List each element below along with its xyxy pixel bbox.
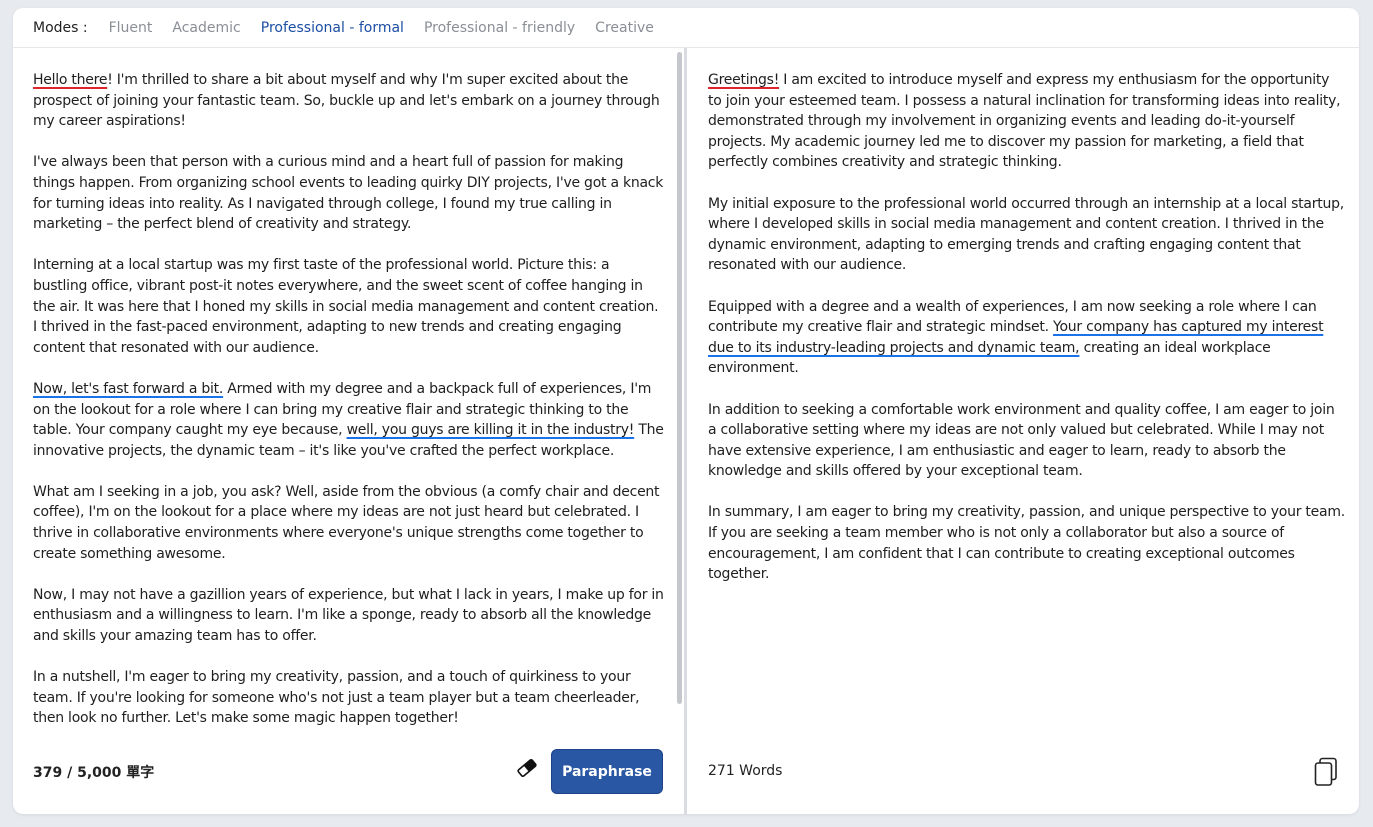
input-pane[interactable]: Hello there! I'm thrilled to share a bit… bbox=[13, 48, 673, 732]
modes-label: Modes : bbox=[33, 19, 88, 36]
input-paragraph: Now, I may not have a gazillion years of… bbox=[33, 586, 664, 645]
input-paragraph: Hello there! I'm thrilled to share a bit… bbox=[33, 70, 665, 132]
mode-fluent[interactable]: Fluent bbox=[109, 20, 153, 36]
output-text: Greetings! I am excited to introduce mys… bbox=[686, 48, 1359, 585]
output-paragraph: Equipped with a degree and a wealth of e… bbox=[708, 297, 1345, 379]
mode-professional-formal[interactable]: Professional - formal bbox=[261, 20, 404, 36]
output-paragraph: Greetings! I am excited to introduce mys… bbox=[708, 70, 1345, 173]
eraser-icon[interactable] bbox=[517, 758, 537, 778]
highlight-blue[interactable]: well, you guys are killing it in the ind… bbox=[347, 422, 635, 438]
input-text[interactable]: Hello there! I'm thrilled to share a bit… bbox=[13, 48, 673, 729]
input-word-count: 379 / 5,000 單字 bbox=[33, 765, 155, 781]
paraphraser-card: Modes : Fluent Academic Professional - f… bbox=[13, 8, 1359, 814]
paraphrase-button[interactable]: Paraphrase bbox=[551, 749, 663, 794]
copy-icon[interactable] bbox=[1314, 757, 1338, 787]
output-text-span: I am excited to introduce myself and exp… bbox=[708, 72, 1341, 171]
output-footer: 271 Words bbox=[686, 748, 1359, 796]
highlight-blue[interactable]: Now, let's fast forward a bit. bbox=[33, 381, 223, 397]
highlight-red[interactable]: Hello there bbox=[33, 72, 107, 88]
input-text-span: ! I'm thrilled to share a bit about myse… bbox=[33, 72, 660, 130]
highlight-red[interactable]: Greetings! bbox=[708, 72, 779, 88]
output-paragraph: In summary, I am eager to bring my creat… bbox=[708, 504, 1345, 583]
input-paragraph: What am I seeking in a job, you ask? Wel… bbox=[33, 483, 660, 562]
modes-bar: Modes : Fluent Academic Professional - f… bbox=[13, 8, 1359, 48]
input-scrollbar[interactable] bbox=[677, 52, 682, 704]
output-paragraph: My initial exposure to the professional … bbox=[708, 195, 1344, 274]
output-word-count: 271 Words bbox=[708, 763, 783, 779]
mode-professional-friendly[interactable]: Professional - friendly bbox=[424, 20, 575, 36]
output-pane: Greetings! I am excited to introduce mys… bbox=[686, 48, 1359, 732]
output-paragraph: In addition to seeking a comfortable wor… bbox=[708, 401, 1335, 480]
input-paragraph: I've always been that person with a curi… bbox=[33, 154, 664, 233]
mode-academic[interactable]: Academic bbox=[172, 20, 240, 36]
mode-creative[interactable]: Creative bbox=[595, 20, 654, 36]
input-footer: 379 / 5,000 單字 Paraphrase bbox=[13, 748, 673, 796]
input-paragraph: Now, let's fast forward a bit. Armed wit… bbox=[33, 379, 665, 461]
input-paragraph: Interning at a local startup was my firs… bbox=[33, 257, 659, 356]
input-paragraph: In a nutshell, I'm eager to bring my cre… bbox=[33, 669, 640, 727]
